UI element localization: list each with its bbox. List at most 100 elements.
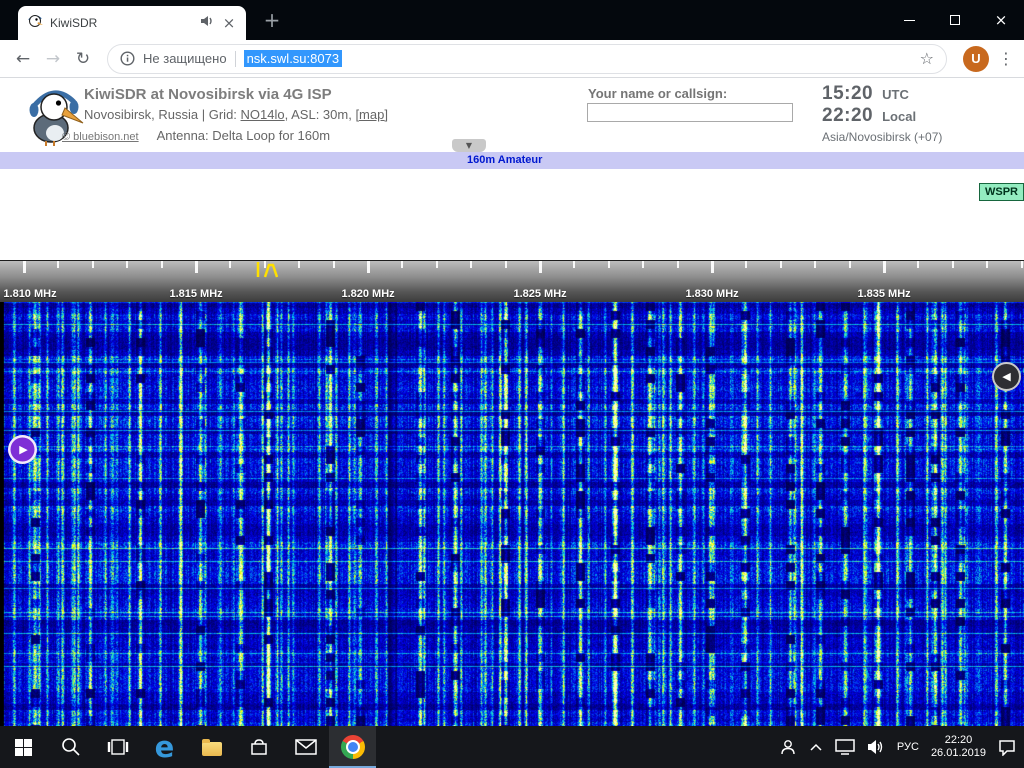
task-view-icon <box>107 738 129 756</box>
window-minimize-button[interactable] <box>886 0 932 40</box>
scale-tick <box>986 261 988 268</box>
taskbar-explorer-button[interactable] <box>188 726 235 768</box>
system-tray: РУС 22:20 26.01.2019 <box>779 726 1024 768</box>
scale-tick <box>642 261 644 268</box>
scale-tick <box>711 261 714 273</box>
page-title: KiwiSDR at Novosibirsk via 4G ISP <box>84 86 332 103</box>
maximize-icon <box>950 15 960 25</box>
utc-time: 15:20 <box>822 83 873 105</box>
browser-titlebar: KiwiSDR × + × <box>0 0 1024 40</box>
edge-icon: e <box>155 733 175 761</box>
frequency-label: 1.825 MHz <box>513 288 566 300</box>
scale-tick <box>539 261 542 273</box>
callsign-input[interactable] <box>587 103 793 122</box>
tuning-marker[interactable] <box>256 261 282 278</box>
frequency-label: 1.810 MHz <box>3 288 56 300</box>
scale-tick <box>401 261 403 268</box>
omnibox-divider <box>235 51 236 67</box>
scale-tick <box>23 261 26 273</box>
scale-tick <box>126 261 128 268</box>
network-icon[interactable] <box>835 739 855 755</box>
control-panel-toggle[interactable]: ◀ <box>992 362 1021 391</box>
volume-icon[interactable] <box>867 739 885 755</box>
frequency-label: 1.835 MHz <box>857 288 910 300</box>
callsign-label: Your name or callsign: <box>588 86 727 101</box>
play-button[interactable]: ▶ <box>8 435 37 464</box>
scale-tick <box>677 261 679 268</box>
taskbar-mail-button[interactable] <box>282 726 329 768</box>
forward-button[interactable]: → <box>38 49 68 69</box>
scale-tick <box>608 261 610 268</box>
utc-label: UTC <box>882 87 909 102</box>
url-text[interactable]: nsk.swl.su:8073 <box>244 50 343 67</box>
scale-tick <box>57 261 59 268</box>
frequency-scale[interactable]: 1.810 MHz 1.815 MHz 1.820 MHz 1.825 MHz 1.83… <box>0 260 1024 302</box>
scale-tick <box>573 261 575 268</box>
reload-button[interactable]: ↻ <box>68 49 98 69</box>
bookmark-star-icon[interactable]: ☆ <box>920 49 934 68</box>
wspr-band-tag[interactable]: WSPR <box>979 183 1024 201</box>
taskbar-edge-button[interactable]: e <box>141 726 188 768</box>
action-center-icon[interactable] <box>998 739 1016 756</box>
copyright-link[interactable]: © bluebison.net <box>62 131 139 143</box>
tray-clock[interactable]: 22:20 26.01.2019 <box>931 734 986 760</box>
band-label-160m[interactable]: 160m Amateur <box>467 154 542 166</box>
map-link[interactable]: [map] <box>355 107 388 122</box>
tray-time: 22:20 <box>931 734 986 747</box>
scale-tick <box>505 261 507 268</box>
taskbar-chrome-button[interactable] <box>329 726 376 768</box>
local-time: 22:20 <box>822 105 873 127</box>
profile-avatar[interactable]: U <box>963 46 989 72</box>
search-icon <box>60 736 82 758</box>
location-prefix: Novosibirsk, Russia | Grid: <box>84 107 241 122</box>
security-label[interactable]: Не защищено <box>143 51 227 66</box>
browser-menu-icon[interactable]: ⋮ <box>996 49 1016 68</box>
scale-tick <box>1021 261 1023 268</box>
tab-close-icon[interactable]: × <box>221 14 237 32</box>
band-select-bar: 160m Amateur <box>0 152 1024 169</box>
file-explorer-icon <box>202 742 222 756</box>
scale-tick <box>298 261 300 268</box>
taskbar-search-button[interactable] <box>47 726 94 768</box>
task-view-button[interactable] <box>94 726 141 768</box>
window-maximize-button[interactable] <box>932 0 978 40</box>
back-button[interactable]: ← <box>8 49 38 69</box>
start-button[interactable] <box>0 726 47 768</box>
waterfall-canvas[interactable] <box>0 302 1024 726</box>
clock-panel: 15:20 UTC 22:20 Local Asia/Novosibirsk (… <box>822 83 1022 144</box>
minimize-icon <box>904 20 915 21</box>
taskbar: e <box>0 726 1024 768</box>
browser-toolbar: ← → ↻ Не защищено nsk.swl.su:8073 ☆ U ⋮ <box>0 40 1024 78</box>
window-close-button[interactable]: × <box>978 0 1024 40</box>
chrome-icon <box>341 735 365 759</box>
address-bar[interactable]: Не защищено nsk.swl.su:8073 ☆ <box>107 44 947 74</box>
scale-tick <box>229 261 231 268</box>
taskbar-store-button[interactable] <box>235 726 282 768</box>
location-line: Novosibirsk, Russia | Grid: NO14lo, ASL:… <box>84 107 388 122</box>
tab-audio-icon[interactable] <box>200 14 214 32</box>
language-indicator[interactable]: РУС <box>897 741 919 753</box>
scale-tick <box>814 261 816 268</box>
browser-tab[interactable]: KiwiSDR × <box>18 6 246 40</box>
header-collapse-tab[interactable]: ▼ <box>452 139 486 152</box>
frequency-label: 1.815 MHz <box>169 288 222 300</box>
location-mid: , ASL: 30m, <box>285 107 356 122</box>
scale-tick <box>917 261 919 268</box>
new-tab-button[interactable]: + <box>260 10 284 30</box>
scale-tick <box>745 261 747 268</box>
scale-tick <box>849 261 851 268</box>
kiwisdr-favicon-icon <box>27 13 43 34</box>
scale-tick <box>161 261 163 268</box>
grid-link[interactable]: NO14lo <box>241 107 285 122</box>
tray-chevron-up-icon[interactable] <box>809 742 823 752</box>
scale-tick <box>952 261 954 268</box>
info-icon[interactable] <box>120 51 135 66</box>
scale-tick <box>367 261 370 273</box>
scale-tick <box>264 261 266 268</box>
frequency-label: 1.820 MHz <box>341 288 394 300</box>
kiwisdr-page: KiwiSDR at Novosibirsk via 4G ISP Novosi… <box>0 78 1024 726</box>
people-icon[interactable] <box>779 738 797 756</box>
scale-tick <box>436 261 438 268</box>
frequency-label: 1.830 MHz <box>685 288 738 300</box>
antenna-label: Antenna: Delta Loop for 160m <box>157 128 330 143</box>
